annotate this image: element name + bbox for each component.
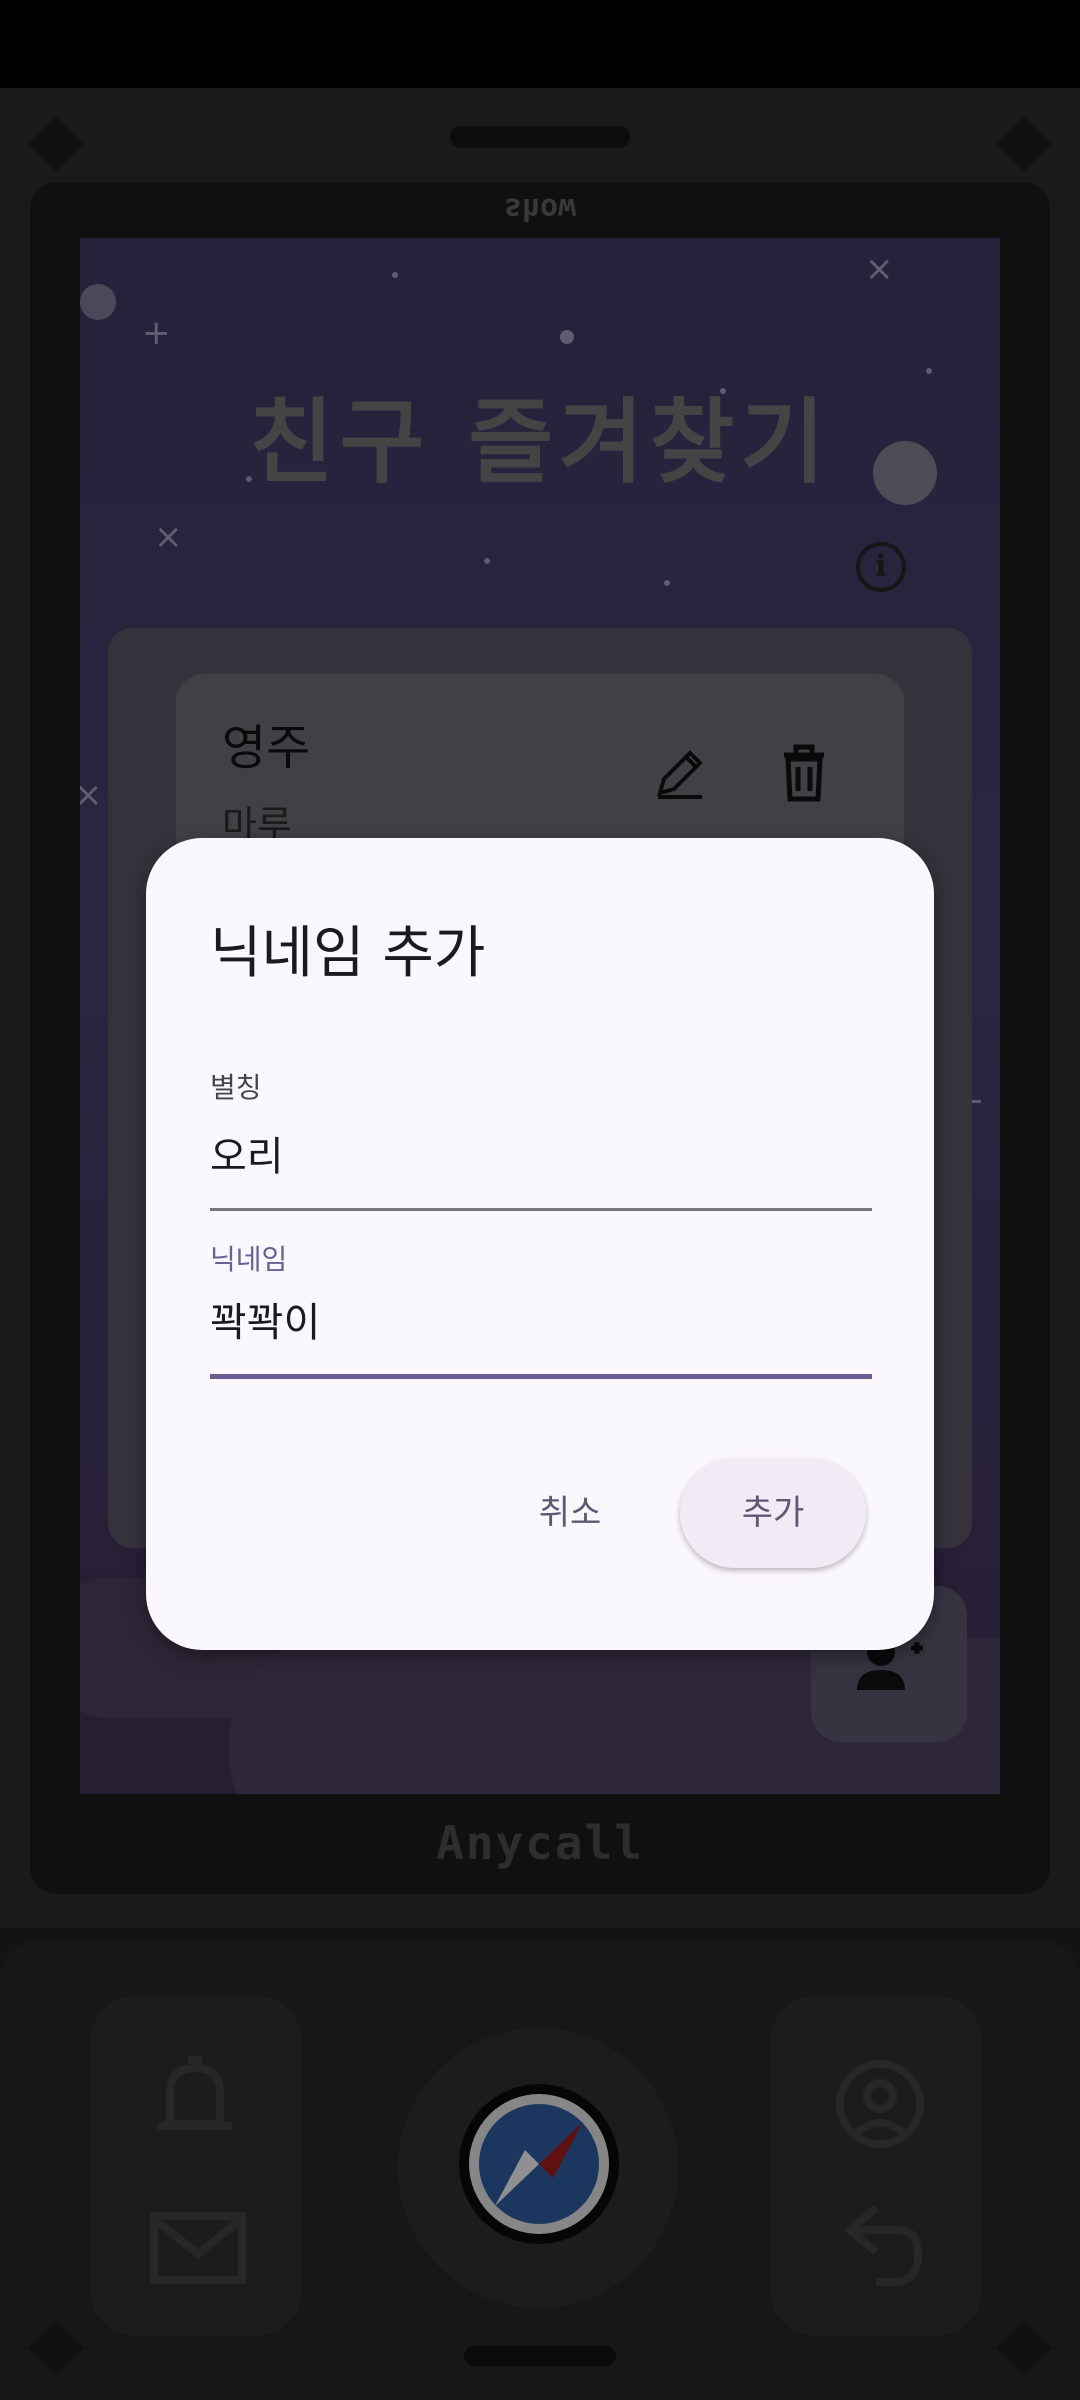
- nickname-field[interactable]: 꽉꽉이: [210, 1290, 320, 1348]
- nickname-field-label: 닉네임: [210, 1243, 288, 1276]
- cancel-button[interactable]: 취소: [500, 1458, 640, 1568]
- dialog-title: 닉네임 추가: [210, 921, 486, 986]
- alias-field-underline: [210, 1208, 872, 1211]
- status-bar: [0, 0, 1080, 88]
- alias-field[interactable]: 오리: [210, 1124, 284, 1182]
- nickname-field-underline: [210, 1374, 872, 1379]
- add-button[interactable]: 추가: [680, 1458, 866, 1568]
- alias-field-label: 별칭: [210, 1071, 262, 1104]
